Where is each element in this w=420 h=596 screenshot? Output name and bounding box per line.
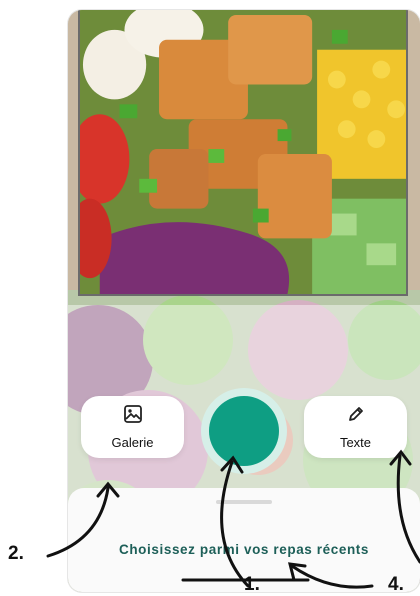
gallery-button[interactable]: Galerie xyxy=(81,396,184,458)
food-photo xyxy=(80,10,406,294)
pencil-icon xyxy=(346,404,366,429)
annotation-label-1: 1. xyxy=(244,574,260,595)
viewfinder-frame xyxy=(78,10,408,296)
sheet-handle[interactable] xyxy=(216,500,272,504)
text-button[interactable]: Texte xyxy=(304,396,407,458)
phone-screen: Galerie Texte Choisissez parmi vos repas… xyxy=(68,10,420,592)
gallery-button-label: Galerie xyxy=(111,435,154,450)
annotation-label-2: 2. xyxy=(8,543,24,564)
annotation-label-4: 4. xyxy=(388,574,404,595)
text-button-label: Texte xyxy=(339,435,372,450)
image-icon xyxy=(123,404,143,429)
recent-meals-title: Choisissez parmi vos repas récents xyxy=(118,542,369,557)
shutter-button[interactable] xyxy=(209,396,279,466)
shutter-button-ring[interactable] xyxy=(201,388,287,474)
